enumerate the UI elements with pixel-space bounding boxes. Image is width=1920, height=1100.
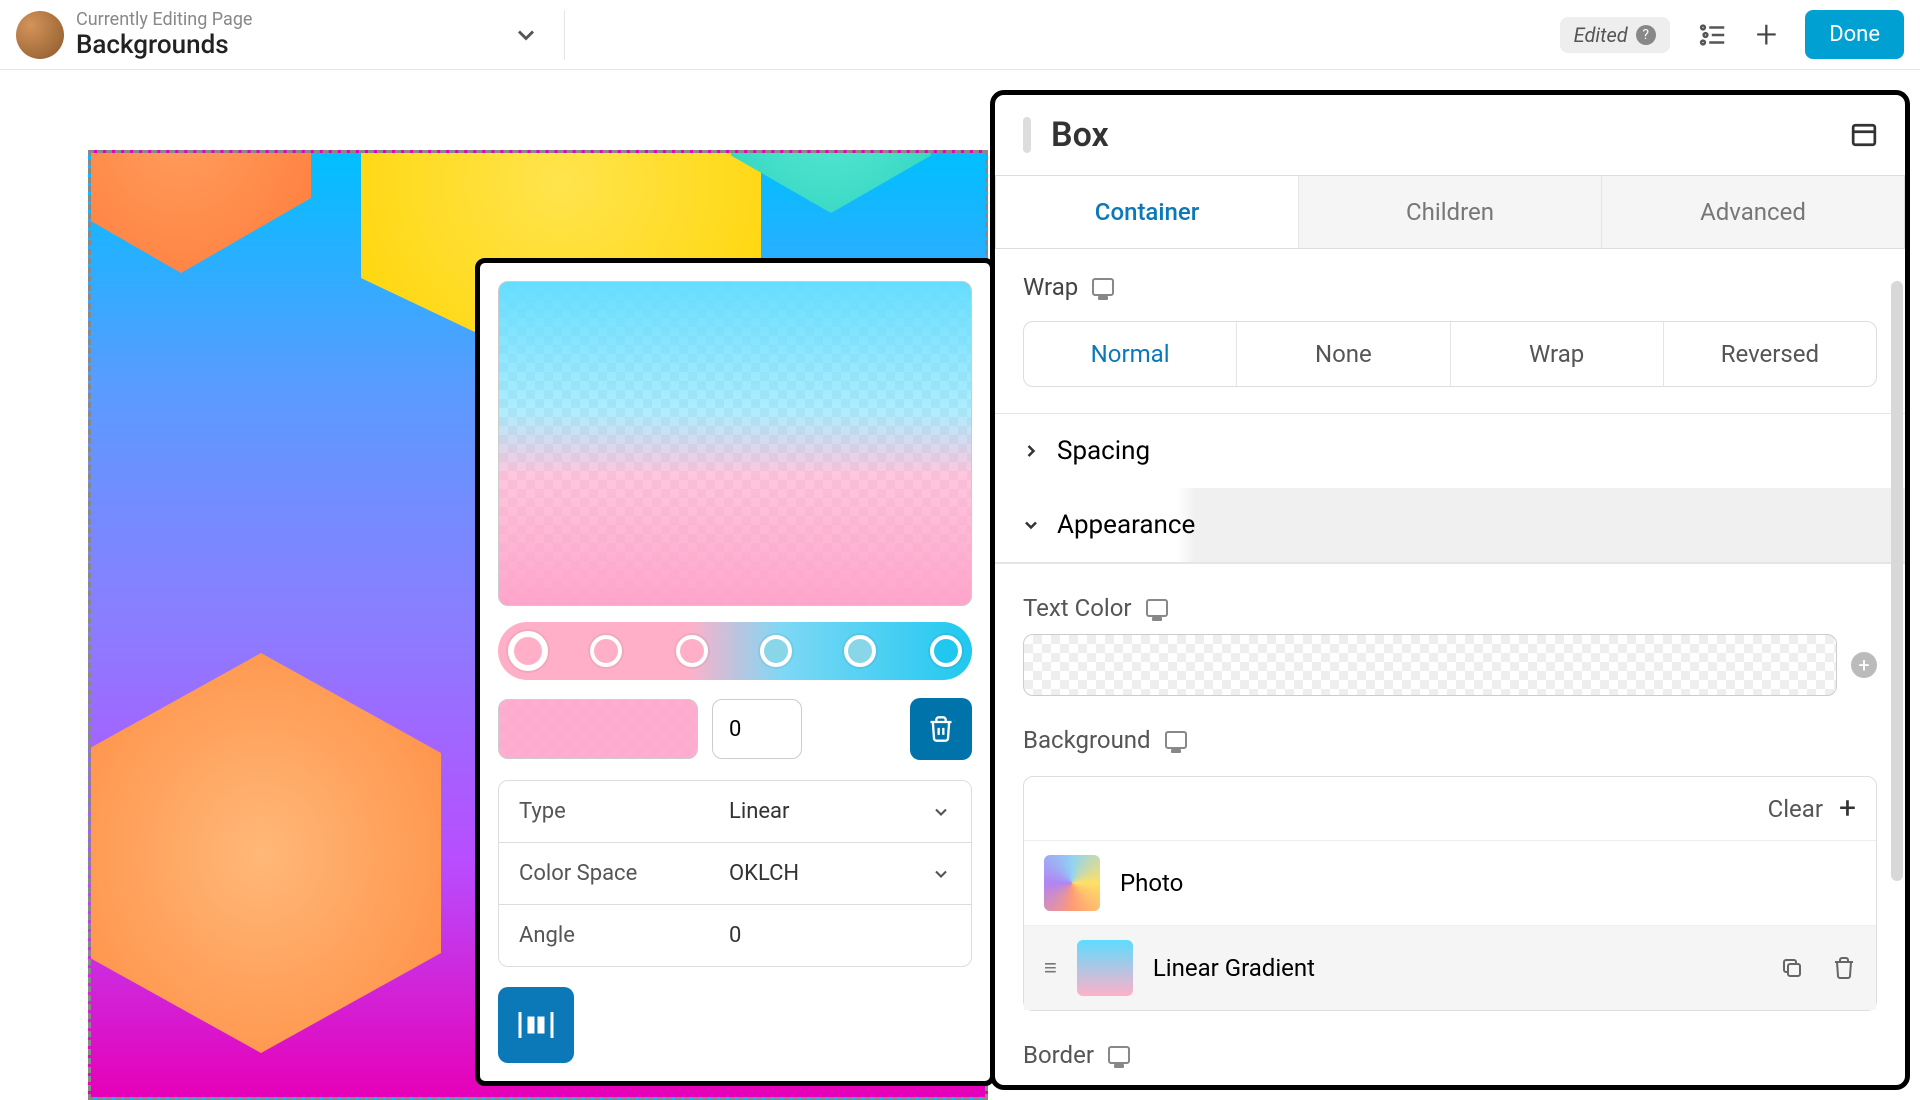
tab-advanced[interactable]: Advanced [1601,176,1904,248]
appearance-section[interactable]: Appearance [995,488,1905,563]
layer-name: Photo [1120,869,1183,897]
drag-handle-icon[interactable]: ≡ [1044,955,1057,981]
responsive-icon[interactable] [1108,1046,1130,1064]
gradient-angle-input[interactable]: Angle 0 [499,904,971,966]
drag-handle-icon[interactable] [1023,117,1031,153]
tab-children[interactable]: Children [1298,176,1601,248]
page-name: Backgrounds [76,30,252,60]
chevron-down-icon [1021,515,1041,535]
clear-backgrounds[interactable]: Clear [1768,795,1823,823]
delete-layer-icon[interactable] [1832,956,1856,980]
bg-layer-photo[interactable]: Photo [1024,840,1876,925]
text-color-field: + [1023,634,1877,696]
delete-stop-button[interactable] [910,698,972,760]
gradient-colorspace-select[interactable]: Color Space OKLCH [499,842,971,904]
gradient-stop[interactable] [590,635,622,667]
duplicate-layer-icon[interactable] [1780,956,1804,980]
layer-thumb [1044,855,1100,911]
gradient-stops-bar[interactable] [498,622,972,680]
responsive-icon[interactable] [1092,278,1114,296]
layer-name: Linear Gradient [1153,954,1315,982]
gradient-type-select[interactable]: Type Linear [499,781,971,842]
hexagon-shape [731,150,931,213]
panel-header: Box [995,95,1905,175]
hexagon-shape [88,653,441,1053]
add-color-icon[interactable]: + [1851,652,1877,678]
page-switcher[interactable]: Currently Editing Page Backgrounds [76,9,252,60]
chevron-down-icon[interactable] [512,21,540,49]
chevron-right-icon [1021,441,1041,461]
gradient-stop[interactable] [676,635,708,667]
tab-container[interactable]: Container [996,176,1298,248]
wrap-normal[interactable]: Normal [1024,322,1236,386]
wrap-wrap[interactable]: Wrap [1450,322,1663,386]
gradient-stop[interactable] [760,635,792,667]
panel-title: Box [1051,115,1109,155]
scrollbar[interactable] [1891,281,1903,881]
wrap-reversed[interactable]: Reversed [1663,322,1876,386]
editing-label: Currently Editing Page [76,9,252,30]
spacing-section[interactable]: Spacing [995,414,1905,488]
panel-body: Wrap Normal None Wrap Reversed Spacing A… [995,249,1905,1085]
responsive-icon[interactable] [1146,599,1168,617]
hexagon-shape [88,150,311,273]
help-icon: ? [1636,25,1656,45]
layer-thumb [1077,940,1133,996]
bg-layer-linear-gradient[interactable]: ≡ Linear Gradient [1024,925,1876,1010]
responsive-icon[interactable] [1165,731,1187,749]
add-icon[interactable]: + [1756,13,1777,57]
topbar-actions: Edited ? + Done [1560,10,1904,59]
stop-position-input[interactable]: 0 [712,699,802,759]
gradient-fields: Type Linear Color Space OKLCH Angle 0 [498,780,972,967]
distribute-stops-button[interactable] [498,987,574,1063]
chevron-down-icon [931,864,951,884]
gradient-stop[interactable] [930,635,962,667]
outline-icon[interactable] [1698,20,1728,50]
border-label: Border [995,1011,1905,1081]
panel-tabs: Container Children Advanced [995,175,1905,249]
settings-panel: Box Container Children Advanced Wrap Nor… [990,90,1910,1090]
gradient-stop[interactable] [508,631,548,671]
divider [564,10,565,60]
gradient-editor-popover: 0 Type Linear Color Space OKLCH Angle 0 [475,258,995,1086]
wrap-label: Wrap [995,249,1905,315]
background-layers: Clear + Photo ≡ Linear Gradient [1023,776,1877,1011]
wrap-none[interactable]: None [1236,322,1449,386]
wrap-segmented: Normal None Wrap Reversed [1023,321,1877,387]
stop-color-swatch[interactable] [498,699,698,759]
app-logo [16,11,64,59]
chevron-down-icon [931,802,951,822]
add-background-icon[interactable]: + [1839,791,1856,826]
text-color-input[interactable] [1023,634,1837,696]
done-button[interactable]: Done [1805,10,1904,59]
bg-layers-header: Clear + [1024,777,1876,840]
edited-label: Edited [1574,23,1628,47]
window-icon[interactable] [1851,123,1877,147]
edited-status[interactable]: Edited ? [1560,17,1670,53]
accordion: Spacing Appearance [995,413,1905,564]
gradient-preview[interactable] [498,281,972,606]
text-color-label: Text Color [995,564,1905,634]
background-label: Background [995,696,1905,766]
topbar: Currently Editing Page Backgrounds Edite… [0,0,1920,70]
gradient-stop[interactable] [844,635,876,667]
